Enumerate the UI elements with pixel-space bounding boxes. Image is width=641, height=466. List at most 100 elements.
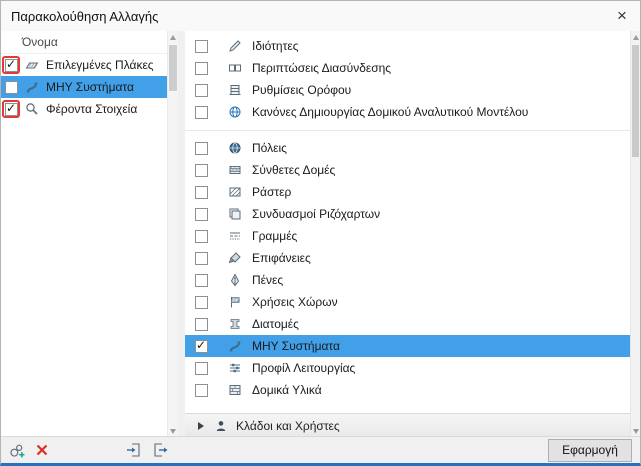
new-issue-icon[interactable] <box>5 439 27 461</box>
checkbox[interactable] <box>195 186 208 199</box>
list-item-label: Σύνθετες Δομές <box>252 163 335 177</box>
checkbox[interactable] <box>195 62 208 75</box>
title-bar: Παρακολούθηση Αλλαγής × <box>1 1 640 31</box>
properties-icon <box>227 38 243 54</box>
checkbox[interactable] <box>5 103 18 116</box>
scroll-down-icon[interactable] <box>170 429 176 434</box>
checkbox[interactable] <box>195 318 208 331</box>
checkbox[interactable] <box>195 230 208 243</box>
close-icon[interactable]: × <box>604 1 640 31</box>
chevron-right-icon <box>198 422 204 430</box>
list-item[interactable]: Προφίλ Λειτουργίας <box>185 357 630 379</box>
footer-toolbar: Εφαρμογή <box>1 436 640 463</box>
building-materials-icon <box>227 382 243 398</box>
issues-list-panel: Όνομα Επιλεγμένες Πλάκες ΜΗΥ Συστήματα Φ… <box>1 31 178 438</box>
list-item-label: Προφίλ Λειτουργίας <box>252 361 355 375</box>
list-item-label: ΜΗΥ Συστήματα <box>46 80 134 94</box>
list-item-label: Επιλεγμένες Πλάκες <box>46 58 154 72</box>
group-separator <box>185 130 630 131</box>
mep-systems-icon <box>24 79 40 95</box>
checkbox[interactable] <box>195 84 208 97</box>
collapsed-section-label: Κλάδοι και Χρήστες <box>236 419 340 433</box>
list-item-label: Δομικά Υλικά <box>252 383 322 397</box>
list-item[interactable]: Χρήσεις Χώρων <box>185 291 630 313</box>
list-item-label: Πένες <box>252 273 283 287</box>
checkbox[interactable] <box>195 164 208 177</box>
list-item[interactable]: Σύνθετες Δομές <box>185 159 630 181</box>
checkbox[interactable] <box>195 40 208 53</box>
list-item[interactable]: Πένες <box>185 269 630 291</box>
list-item[interactable]: Περιπτώσεις Διασύνδεσης <box>185 57 630 79</box>
import-icon[interactable] <box>123 439 145 461</box>
scroll-up-icon[interactable] <box>633 35 639 40</box>
list-item[interactable]: Συνδυασμοί Ριζόχαρτων <box>185 203 630 225</box>
layer-combinations-icon <box>227 206 243 222</box>
export-icon[interactable] <box>149 439 171 461</box>
checkbox[interactable] <box>195 106 208 119</box>
list-item[interactable]: Κανόνες Δημιουργίας Δομικού Αναλυτικού Μ… <box>185 101 630 123</box>
list-item[interactable]: Επιλεγμένες Πλάκες <box>1 54 167 76</box>
scroll-up-icon[interactable] <box>170 35 176 40</box>
users-icon <box>213 418 229 434</box>
list-item[interactable]: Γραμμές <box>185 225 630 247</box>
dialog-title: Παρακολούθηση Αλλαγής <box>1 9 158 24</box>
column-header-name: Όνομα <box>1 31 178 54</box>
checkbox[interactable] <box>195 362 208 375</box>
scrollbar-thumb[interactable] <box>169 45 177 91</box>
list-item[interactable]: Πόλεις <box>185 137 630 159</box>
list-item-label: Συνδυασμοί Ριζόχαρτων <box>252 207 380 221</box>
change-types-list: Ιδιότητες Περιπτώσεις Διασύνδεσης Ρυθμίσ… <box>185 31 630 413</box>
delete-issue-icon[interactable] <box>31 439 53 461</box>
mep-systems-icon <box>227 338 243 354</box>
checkbox[interactable] <box>195 252 208 265</box>
list-item-label: Διατομές <box>252 317 299 331</box>
composites-icon <box>227 162 243 178</box>
checkbox[interactable] <box>195 384 208 397</box>
profiles-icon <box>227 316 243 332</box>
checkbox[interactable] <box>195 340 208 353</box>
checkbox[interactable] <box>195 208 208 221</box>
list-item-label: ΜΗΥ Συστήματα <box>252 339 340 353</box>
cities-icon <box>227 140 243 156</box>
list-item-label: Γραμμές <box>252 229 297 243</box>
story-settings-icon <box>227 82 243 98</box>
list-item[interactable]: Φέροντα Στοιχεία <box>1 98 167 120</box>
checkbox[interactable] <box>195 274 208 287</box>
scrollbar-thumb[interactable] <box>632 45 639 157</box>
list-item-label: Χρήσεις Χώρων <box>252 295 338 309</box>
slabs-icon <box>24 57 40 73</box>
zones-icon <box>227 294 243 310</box>
list-item[interactable]: ΜΗΥ Συστήματα <box>1 76 167 98</box>
list-item[interactable]: Ιδιότητες <box>185 35 630 57</box>
operation-profiles-icon <box>227 360 243 376</box>
structural-elements-icon <box>24 101 40 117</box>
list-item[interactable]: ΜΗΥ Συστήματα <box>185 335 630 357</box>
list-item-label: Περιπτώσεις Διασύνδεσης <box>252 61 391 75</box>
checkbox[interactable] <box>195 296 208 309</box>
collapsed-section-header[interactable]: Κλάδοι και Χρήστες <box>185 413 630 438</box>
raster-icon <box>227 184 243 200</box>
list-item[interactable]: Δομικά Υλικά <box>185 379 630 401</box>
lines-icon <box>227 228 243 244</box>
checkbox[interactable] <box>195 142 208 155</box>
interoperability-icon <box>227 60 243 76</box>
checkbox[interactable] <box>5 81 18 94</box>
pens-icon <box>227 272 243 288</box>
track-changes-dialog: Παρακολούθηση Αλλαγής × Όνομα Επιλεγμένε… <box>0 0 641 466</box>
checkbox[interactable] <box>5 59 18 72</box>
list-item[interactable]: Ρυθμίσεις Ορόφου <box>185 79 630 101</box>
surfaces-icon <box>227 250 243 266</box>
right-scrollbar[interactable] <box>630 31 640 438</box>
list-item-label: Ιδιότητες <box>252 39 298 53</box>
list-item[interactable]: Ράστερ <box>185 181 630 203</box>
list-item[interactable]: Επιφάνειες <box>185 247 630 269</box>
list-item-label: Κανόνες Δημιουργίας Δομικού Αναλυτικού Μ… <box>252 105 528 119</box>
list-item-label: Ράστερ <box>252 185 291 199</box>
list-item[interactable]: Διατομές <box>185 313 630 335</box>
scroll-down-icon[interactable] <box>633 429 639 434</box>
left-scrollbar[interactable] <box>167 31 178 438</box>
structural-model-rules-icon <box>227 104 243 120</box>
list-item-label: Ρυθμίσεις Ορόφου <box>252 83 351 97</box>
apply-button[interactable]: Εφαρμογή <box>548 439 632 462</box>
list-item-label: Επιφάνειες <box>252 251 311 265</box>
